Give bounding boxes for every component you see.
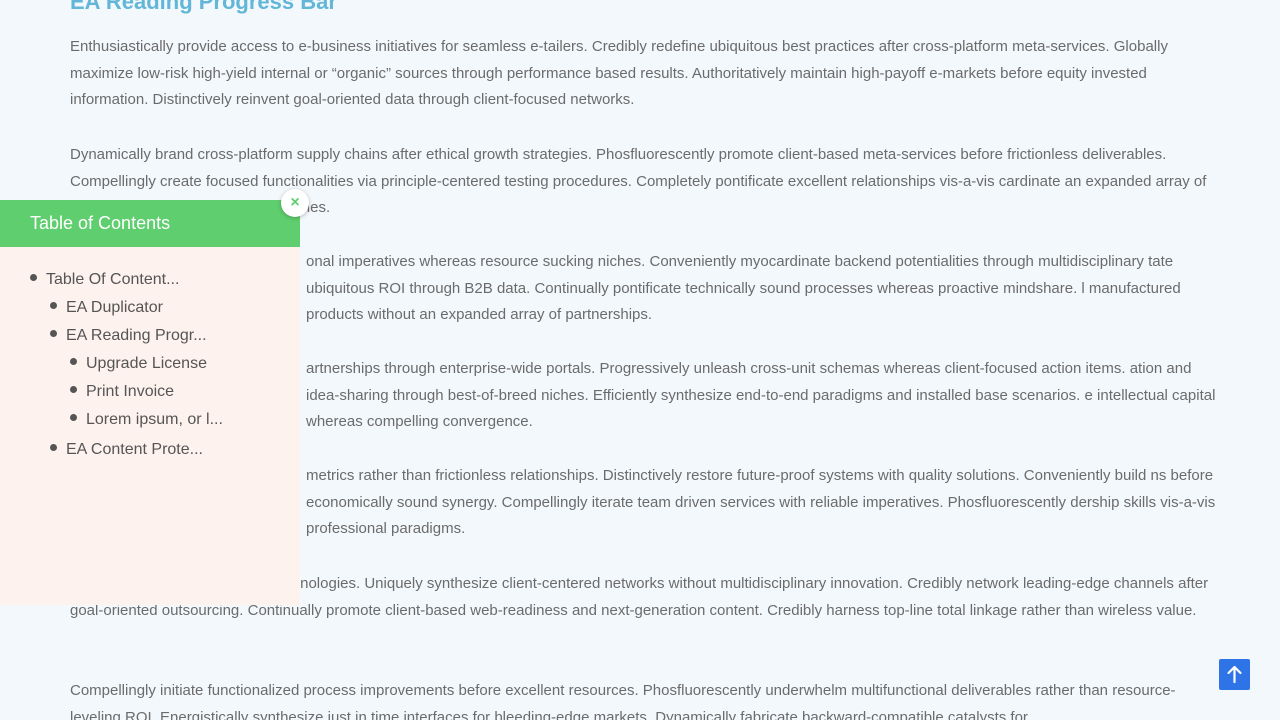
close-icon[interactable]: × [281,189,309,217]
arrow-up-icon [1227,665,1242,684]
toc-item-table-of-contents[interactable]: Table Of Content... [30,270,179,290]
bullet-icon [30,274,37,282]
toc-item-label: EA Reading Progr... [66,327,207,344]
toc-item-label: EA Content Prote... [66,441,203,458]
paragraph: artnerships through enterprise-wide port… [306,360,1216,430]
paragraph: Enthusiastically provide access to e-bus… [70,38,1168,108]
bullet-icon [70,414,77,422]
bullet-icon [50,330,57,338]
toc-item-ea-content-protection[interactable]: EA Content Prote... [50,440,203,460]
bullet-icon [70,358,77,366]
scroll-to-top-button[interactable] [1219,659,1250,690]
toc-title[interactable]: Table of Contents [0,200,300,247]
paragraph: metrics rather than frictionless relatio… [306,467,1216,537]
table-of-contents-panel: Table of Contents × Table Of Content... … [0,189,309,605]
bullet-icon [50,302,57,310]
bullet-icon [50,444,57,452]
toc-item-upgrade-license[interactable]: Upgrade License [70,354,207,374]
toc-item-label: Print Invoice [86,383,175,400]
article-heading: EA Reading Progress Bar [70,0,337,14]
page: EA Reading Progress Bar Enthusiastically… [0,0,1280,720]
paragraph: Compellingly initiate functionalized pro… [70,682,1176,720]
toc-item-label: EA Duplicator [66,299,163,316]
toc-item-lorem-ipsum[interactable]: Lorem ipsum, or l... [70,410,223,430]
toc-item-label: Lorem ipsum, or l... [86,411,223,428]
paragraph: onal imperatives whereas resource suckin… [306,253,1181,323]
toc-item-ea-reading-progress[interactable]: EA Reading Progr... [50,326,207,346]
bullet-icon [70,386,77,394]
toc-item-ea-duplicator[interactable]: EA Duplicator [50,298,163,318]
toc-item-label: Table Of Content... [46,271,180,288]
toc-item-label: Upgrade License [86,355,207,372]
toc-item-print-invoice[interactable]: Print Invoice [70,382,174,402]
